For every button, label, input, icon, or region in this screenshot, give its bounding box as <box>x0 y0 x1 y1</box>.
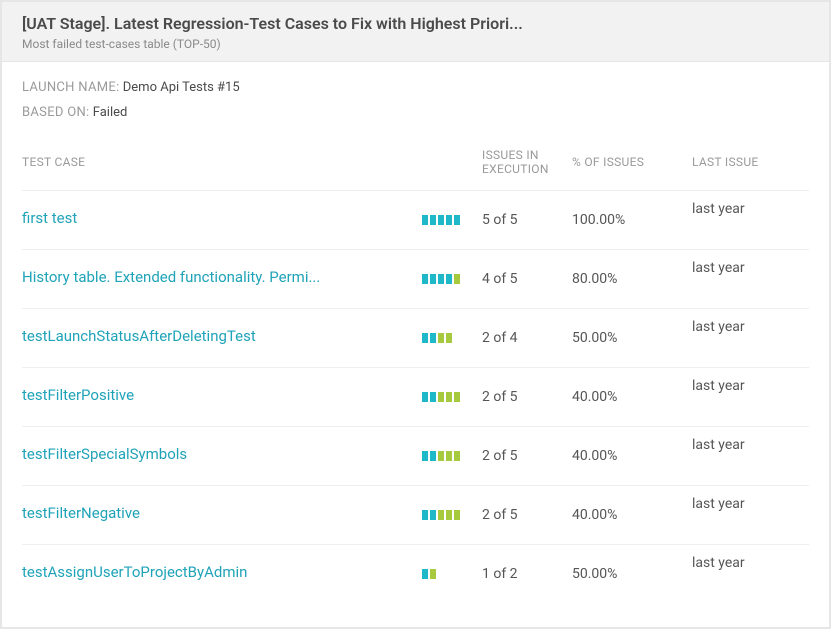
bar-segment-fail <box>422 215 428 225</box>
table-header-row: TEST CASE ISSUES IN EXECUTION % OF ISSUE… <box>22 140 809 191</box>
execution-bar <box>422 510 482 520</box>
col-header-last[interactable]: LAST ISSUE <box>672 140 809 191</box>
widget-header: [UAT Stage]. Latest Regression-Test Case… <box>2 2 829 62</box>
issues-count: 2 of 4 <box>482 309 572 368</box>
launch-meta: LAUNCH NAME: Demo Api Tests #15 <box>22 80 809 95</box>
table-row: testFilterSpecialSymbols 2 of 540.00%last… <box>22 427 809 486</box>
bar-segment-fail <box>430 392 436 402</box>
top-failed-table: TEST CASE ISSUES IN EXECUTION % OF ISSUE… <box>22 140 809 603</box>
bar-segment-fail <box>422 451 428 461</box>
issues-percent: 80.00% <box>572 250 672 309</box>
bar-segment-pass <box>438 510 444 520</box>
bar-segment-fail <box>430 451 436 461</box>
testcase-link[interactable]: testLaunchStatusAfterDeletingTest <box>22 327 256 345</box>
testcase-link[interactable]: testAssignUserToProjectByAdmin <box>22 563 247 581</box>
bar-segment-pass <box>446 392 452 402</box>
bar-segment-pass <box>438 333 444 343</box>
bar-segment-fail <box>422 274 428 284</box>
issues-count: 2 of 5 <box>482 427 572 486</box>
widget-container: [UAT Stage]. Latest Regression-Test Case… <box>0 0 831 629</box>
issues-percent: 40.00% <box>572 486 672 545</box>
execution-bar <box>422 451 482 461</box>
issues-count: 5 of 5 <box>482 191 572 250</box>
based-on-meta: BASED ON: Failed <box>22 105 809 120</box>
bar-segment-fail <box>422 392 428 402</box>
last-issue: last year <box>672 545 809 604</box>
bar-segment-fail <box>430 510 436 520</box>
bar-segment-fail <box>446 215 452 225</box>
col-header-issues[interactable]: ISSUES IN EXECUTION <box>482 140 572 191</box>
issues-count: 1 of 2 <box>482 545 572 604</box>
issues-percent: 100.00% <box>572 191 672 250</box>
table-row: testFilterPositive 2 of 540.00%last year <box>22 368 809 427</box>
col-header-bar <box>422 140 482 191</box>
table-body: first test5 of 5100.00%last yearHistory … <box>22 191 809 604</box>
last-issue: last year <box>672 427 809 486</box>
last-issue: last year <box>672 309 809 368</box>
issues-percent: 50.00% <box>572 309 672 368</box>
table-row: History table. Extended functionality. P… <box>22 250 809 309</box>
testcase-link[interactable]: testFilterSpecialSymbols <box>22 445 187 463</box>
testcase-link[interactable]: first test <box>22 209 77 227</box>
bar-segment-fail <box>438 215 444 225</box>
bar-segment-fail <box>446 274 452 284</box>
bar-segment-fail <box>422 569 428 579</box>
execution-bar <box>422 569 482 579</box>
bar-segment-fail <box>454 215 460 225</box>
bar-segment-pass <box>454 392 460 402</box>
last-issue: last year <box>672 191 809 250</box>
testcase-link[interactable]: testFilterNegative <box>22 504 140 522</box>
testcase-link[interactable]: History table. Extended functionality. P… <box>22 268 320 286</box>
execution-bar <box>422 333 482 343</box>
issues-count: 2 of 5 <box>482 368 572 427</box>
issues-percent: 40.00% <box>572 368 672 427</box>
execution-bar <box>422 274 482 284</box>
bar-segment-pass <box>446 451 452 461</box>
last-issue: last year <box>672 250 809 309</box>
bar-segment-pass <box>438 451 444 461</box>
col-header-pct[interactable]: % OF ISSUES <box>572 140 672 191</box>
bar-segment-pass <box>454 274 460 284</box>
table-row: first test 5 of 5100.00%last year <box>22 191 809 250</box>
execution-bar <box>422 392 482 402</box>
bar-segment-fail <box>422 510 428 520</box>
bar-segment-fail <box>430 274 436 284</box>
table-row: testLaunchStatusAfterDeletingTest 2 of 45… <box>22 309 809 368</box>
col-header-testcase[interactable]: TEST CASE <box>22 140 422 191</box>
bar-segment-pass <box>430 569 436 579</box>
table-row: testAssignUserToProjectByAdmin 1 of 250.0… <box>22 545 809 604</box>
launch-value: Demo Api Tests #15 <box>123 80 240 95</box>
launch-label: LAUNCH NAME: <box>22 80 120 95</box>
widget-title: [UAT Stage]. Latest Regression-Test Case… <box>22 14 809 33</box>
bar-segment-fail <box>430 333 436 343</box>
table-row: testFilterNegative 2 of 540.00%last year <box>22 486 809 545</box>
issues-percent: 50.00% <box>572 545 672 604</box>
execution-bar <box>422 215 482 225</box>
issues-percent: 40.00% <box>572 427 672 486</box>
bar-segment-pass <box>446 510 452 520</box>
bar-segment-fail <box>438 274 444 284</box>
bar-segment-pass <box>454 510 460 520</box>
based-on-value: Failed <box>93 105 128 120</box>
widget-body: LAUNCH NAME: Demo Api Tests #15 BASED ON… <box>2 62 829 603</box>
last-issue: last year <box>672 368 809 427</box>
bar-segment-pass <box>454 451 460 461</box>
issues-count: 4 of 5 <box>482 250 572 309</box>
testcase-link[interactable]: testFilterPositive <box>22 386 134 404</box>
last-issue: last year <box>672 486 809 545</box>
based-on-label: BASED ON: <box>22 105 90 120</box>
bar-segment-pass <box>446 333 452 343</box>
issues-count: 2 of 5 <box>482 486 572 545</box>
widget-subtitle: Most failed test-cases table (TOP-50) <box>22 37 809 51</box>
bar-segment-pass <box>438 392 444 402</box>
bar-segment-fail <box>422 333 428 343</box>
bar-segment-fail <box>430 215 436 225</box>
